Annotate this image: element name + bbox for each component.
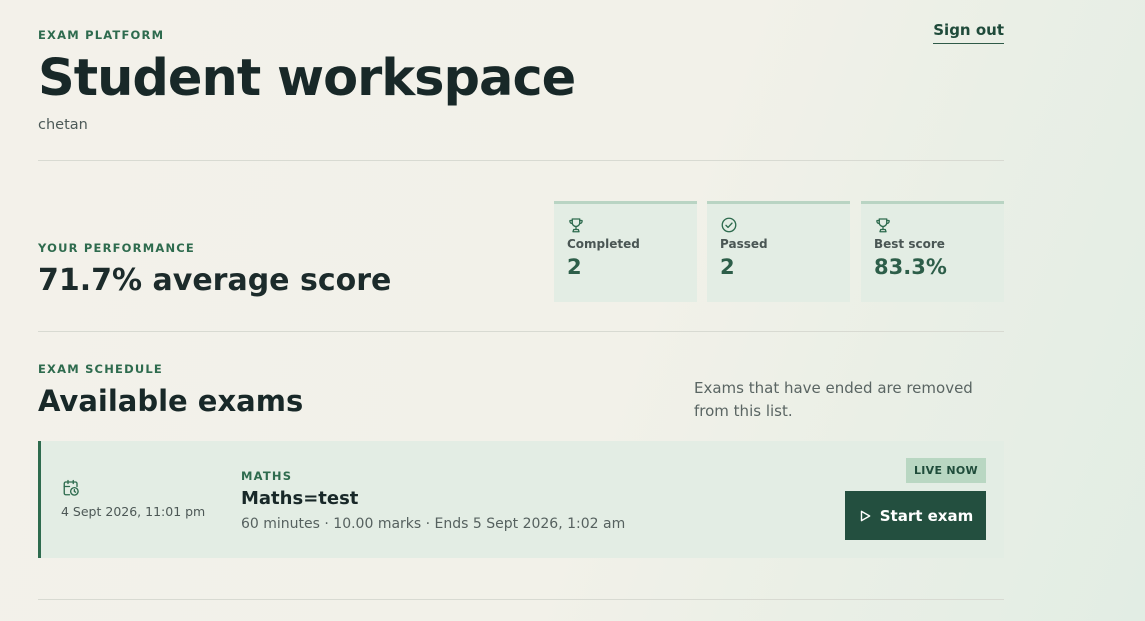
trophy-icon (876, 218, 890, 233)
stat-value: 2 (567, 255, 582, 279)
stat-label: Completed (567, 237, 640, 251)
schedule-eyebrow: EXAM SCHEDULE (38, 362, 163, 376)
start-exam-button[interactable]: Start exam (845, 491, 986, 540)
performance-eyebrow: YOUR PERFORMANCE (38, 241, 195, 255)
schedule-title: Available exams (38, 384, 304, 418)
start-exam-label: Start exam (879, 506, 974, 525)
stat-card-completed: Completed 2 (554, 201, 697, 302)
performance-divider (38, 331, 1004, 332)
stat-label: Passed (720, 237, 768, 251)
header-divider (38, 160, 1004, 161)
stat-value: 2 (720, 255, 735, 279)
trophy-icon (569, 218, 583, 233)
stat-card-best-score: Best score 83.3% (861, 201, 1004, 302)
exam-date: 4 Sept 2026, 11:01 pm (61, 504, 206, 519)
stat-card-passed: Passed 2 (707, 201, 850, 302)
exam-meta: 60 minutes · 10.00 marks · Ends 5 Sept 2… (241, 516, 626, 532)
page-title: Student workspace (38, 49, 576, 108)
stat-value: 83.3% (874, 255, 947, 279)
check-circle-icon (721, 217, 737, 233)
live-status-badge: LIVE NOW (905, 458, 986, 483)
schedule-note: Exams that have ended are removed from t… (694, 379, 973, 420)
calendar-clock-icon (63, 479, 79, 496)
schedule-divider (38, 599, 1004, 600)
sign-out-link[interactable]: Sign out (933, 21, 1004, 44)
exam-card: 4 Sept 2026, 11:01 pm MATHS Maths=test 6… (38, 441, 1004, 558)
platform-eyebrow: EXAM PLATFORM (38, 28, 165, 42)
exam-subject: MATHS (241, 469, 293, 483)
play-icon (860, 510, 871, 521)
exam-title: Maths=test (241, 488, 359, 509)
username: chetan (38, 117, 88, 133)
stat-label: Best score (874, 237, 945, 251)
average-score: 71.7% average score (38, 263, 392, 298)
